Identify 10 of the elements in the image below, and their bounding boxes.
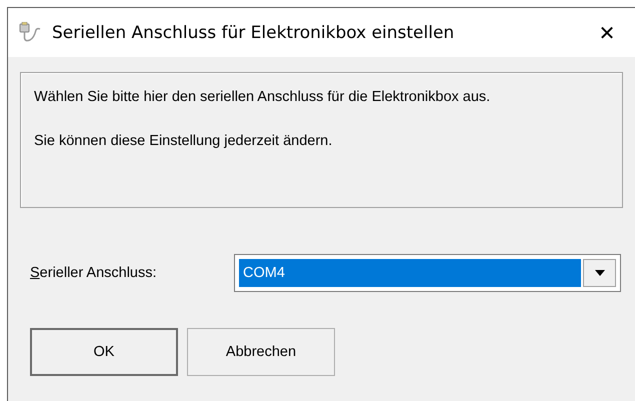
cancel-button[interactable]: Abbrechen — [187, 328, 335, 376]
port-dropdown[interactable]: COM4 — [234, 254, 621, 292]
info-text: Sie können diese Einstellung jederzeit ändern. — [34, 132, 334, 151]
info-text: Wählen Sie bitte hier den seriellen Anschluss für die Elektronikbox aus. — [34, 88, 492, 107]
ok-button[interactable]: OK — [30, 328, 178, 376]
dropdown-arrow-icon — [594, 270, 604, 276]
window-title: Seriellen Anschluss für Elektronikbox einstellen — [52, 22, 456, 42]
close-button[interactable]: ✕ — [587, 20, 627, 46]
serial-plug-icon — [18, 22, 42, 44]
port-label: Serieller Anschluss: — [30, 265, 158, 281]
